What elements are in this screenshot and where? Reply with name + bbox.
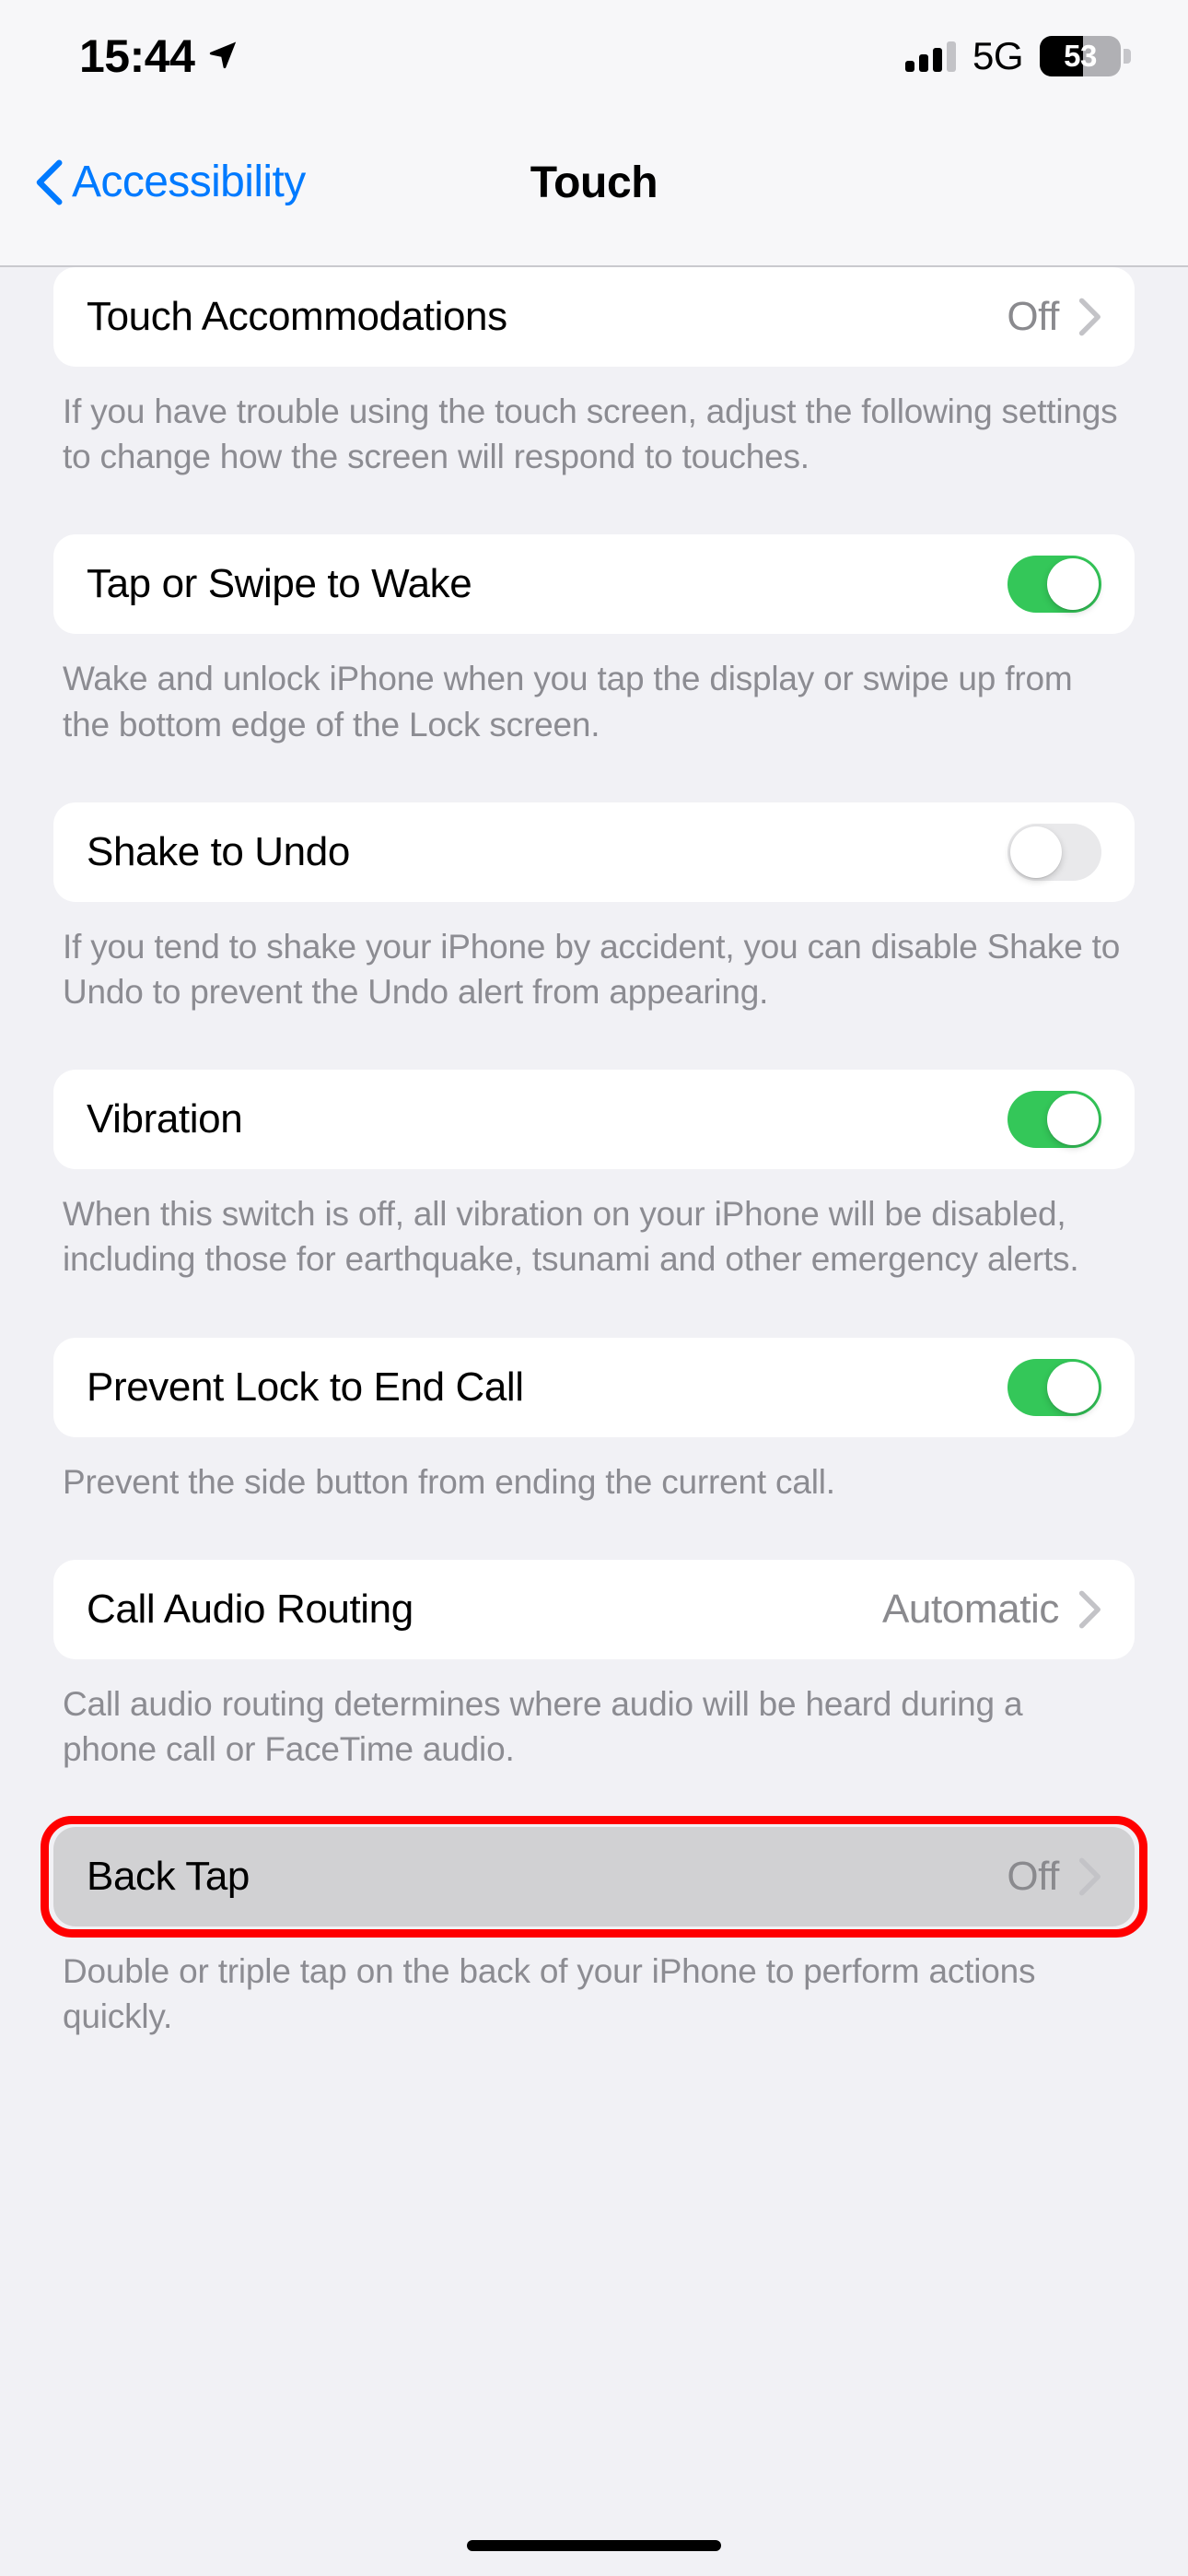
settings-row-back-tap[interactable]: Back Tap Off	[53, 1827, 1135, 1926]
status-bar-right: 5G 53	[904, 23, 1131, 77]
home-indicator-area	[0, 2515, 1188, 2576]
back-button[interactable]: Accessibility	[35, 159, 306, 205]
settings-group-3: Shake to Undo	[0, 802, 1188, 902]
row-accessory: Automatic	[881, 1586, 1101, 1632]
chevron-right-icon	[1077, 298, 1101, 336]
back-button-label: Accessibility	[72, 158, 306, 206]
row-label: Vibration	[87, 1096, 243, 1142]
settings-card: Touch Accommodations Off	[53, 267, 1135, 367]
section-footnote: Double or triple tap on the back of your…	[63, 1952, 1036, 2036]
row-accessory	[1007, 823, 1101, 881]
status-bar-clock: 15:44	[79, 30, 195, 82]
settings-card: Tap or Swipe to Wake	[53, 534, 1135, 635]
network-type-label: 5G	[972, 34, 1024, 77]
settings-group-5: Prevent Lock to End Call	[0, 1337, 1188, 1437]
row-accessory	[1007, 556, 1101, 614]
toggle-knob	[1047, 558, 1099, 611]
row-accessory	[1007, 1358, 1101, 1416]
row-accessory: Off	[1007, 1856, 1101, 1897]
chevron-right-icon	[1077, 1857, 1101, 1896]
row-accessory: Off	[1007, 297, 1101, 337]
toggle-vibration[interactable]	[1007, 1091, 1101, 1149]
section-footnote: When this switch is off, all vibration o…	[63, 1195, 1079, 1279]
toggle-knob	[1010, 825, 1062, 878]
status-bar-left: 15:44	[79, 20, 239, 79]
section-footnote: If you tend to shake your iPhone by acci…	[63, 927, 1121, 1012]
toggle-knob	[1047, 1361, 1099, 1413]
settings-row-touch-accommodations[interactable]: Touch Accommodations Off	[53, 267, 1135, 367]
row-value: Off	[1007, 1854, 1059, 1900]
settings-list[interactable]: Touch Accommodations Off If you have troub…	[0, 267, 1188, 2515]
row-value: Automatic	[881, 1586, 1059, 1632]
row-label: Back Tap	[87, 1854, 250, 1900]
chevron-right-icon	[1077, 1590, 1101, 1629]
settings-group-1: Touch Accommodations Off	[0, 267, 1188, 367]
settings-row-call-audio-routing[interactable]: Call Audio Routing Automatic	[53, 1560, 1135, 1659]
navigation-bar: Accessibility Touch	[0, 100, 1188, 267]
section-footnote: Wake and unlock iPhone when you tap the …	[63, 660, 1073, 744]
toggle-prevent-lock-to-end-call[interactable]	[1007, 1358, 1101, 1416]
row-label: Tap or Swipe to Wake	[87, 561, 472, 607]
battery-icon: 53	[1040, 36, 1131, 76]
location-arrow-icon	[207, 41, 239, 70]
home-indicator[interactable]	[467, 2540, 721, 2551]
settings-card: Vibration	[53, 1070, 1135, 1170]
cellular-signal-icon	[904, 41, 956, 72]
settings-card: Prevent Lock to End Call	[53, 1337, 1135, 1437]
toggle-shake-to-undo[interactable]	[1007, 823, 1101, 881]
settings-group-6: Call Audio Routing Automatic	[0, 1559, 1188, 1659]
iphone-screen: 15:44 5G 53 Accessibility Touch Touch Ac…	[0, 0, 1188, 2576]
settings-group-7: Back Tap Off	[0, 1816, 1188, 1938]
settings-group-2: Tap or Swipe to Wake	[0, 534, 1188, 635]
battery-percent-label: 53	[1064, 39, 1097, 73]
chevron-left-icon	[35, 159, 63, 205]
settings-row-prevent-lock-to-end-call[interactable]: Prevent Lock to End Call	[53, 1338, 1135, 1437]
battery-nub	[1124, 49, 1131, 64]
row-accessory	[1007, 1091, 1101, 1149]
row-label: Touch Accommodations	[87, 294, 507, 339]
settings-row-shake-to-undo[interactable]: Shake to Undo	[53, 802, 1135, 902]
row-label: Call Audio Routing	[87, 1586, 413, 1632]
toggle-tap-or-swipe-to-wake[interactable]	[1007, 556, 1101, 614]
section-footnote: Call audio routing determines where audi…	[63, 1684, 1023, 1769]
settings-group-4: Vibration	[0, 1070, 1188, 1170]
settings-card: Back Tap Off	[53, 1827, 1135, 1927]
settings-row-vibration[interactable]: Vibration	[53, 1070, 1135, 1169]
status-bar: 15:44 5G 53	[0, 0, 1188, 100]
settings-row-tap-or-swipe-to-wake[interactable]: Tap or Swipe to Wake	[53, 534, 1135, 634]
row-label: Prevent Lock to End Call	[87, 1364, 524, 1410]
section-footnote: Prevent the side button from ending the …	[63, 1462, 835, 1501]
toggle-knob	[1047, 1094, 1099, 1146]
settings-card: Call Audio Routing Automatic	[53, 1559, 1135, 1659]
section-footnote: If you have trouble using the touch scre…	[63, 392, 1118, 476]
row-label: Shake to Undo	[87, 828, 350, 874]
settings-card: Shake to Undo	[53, 802, 1135, 902]
row-value: Off	[1007, 294, 1059, 339]
